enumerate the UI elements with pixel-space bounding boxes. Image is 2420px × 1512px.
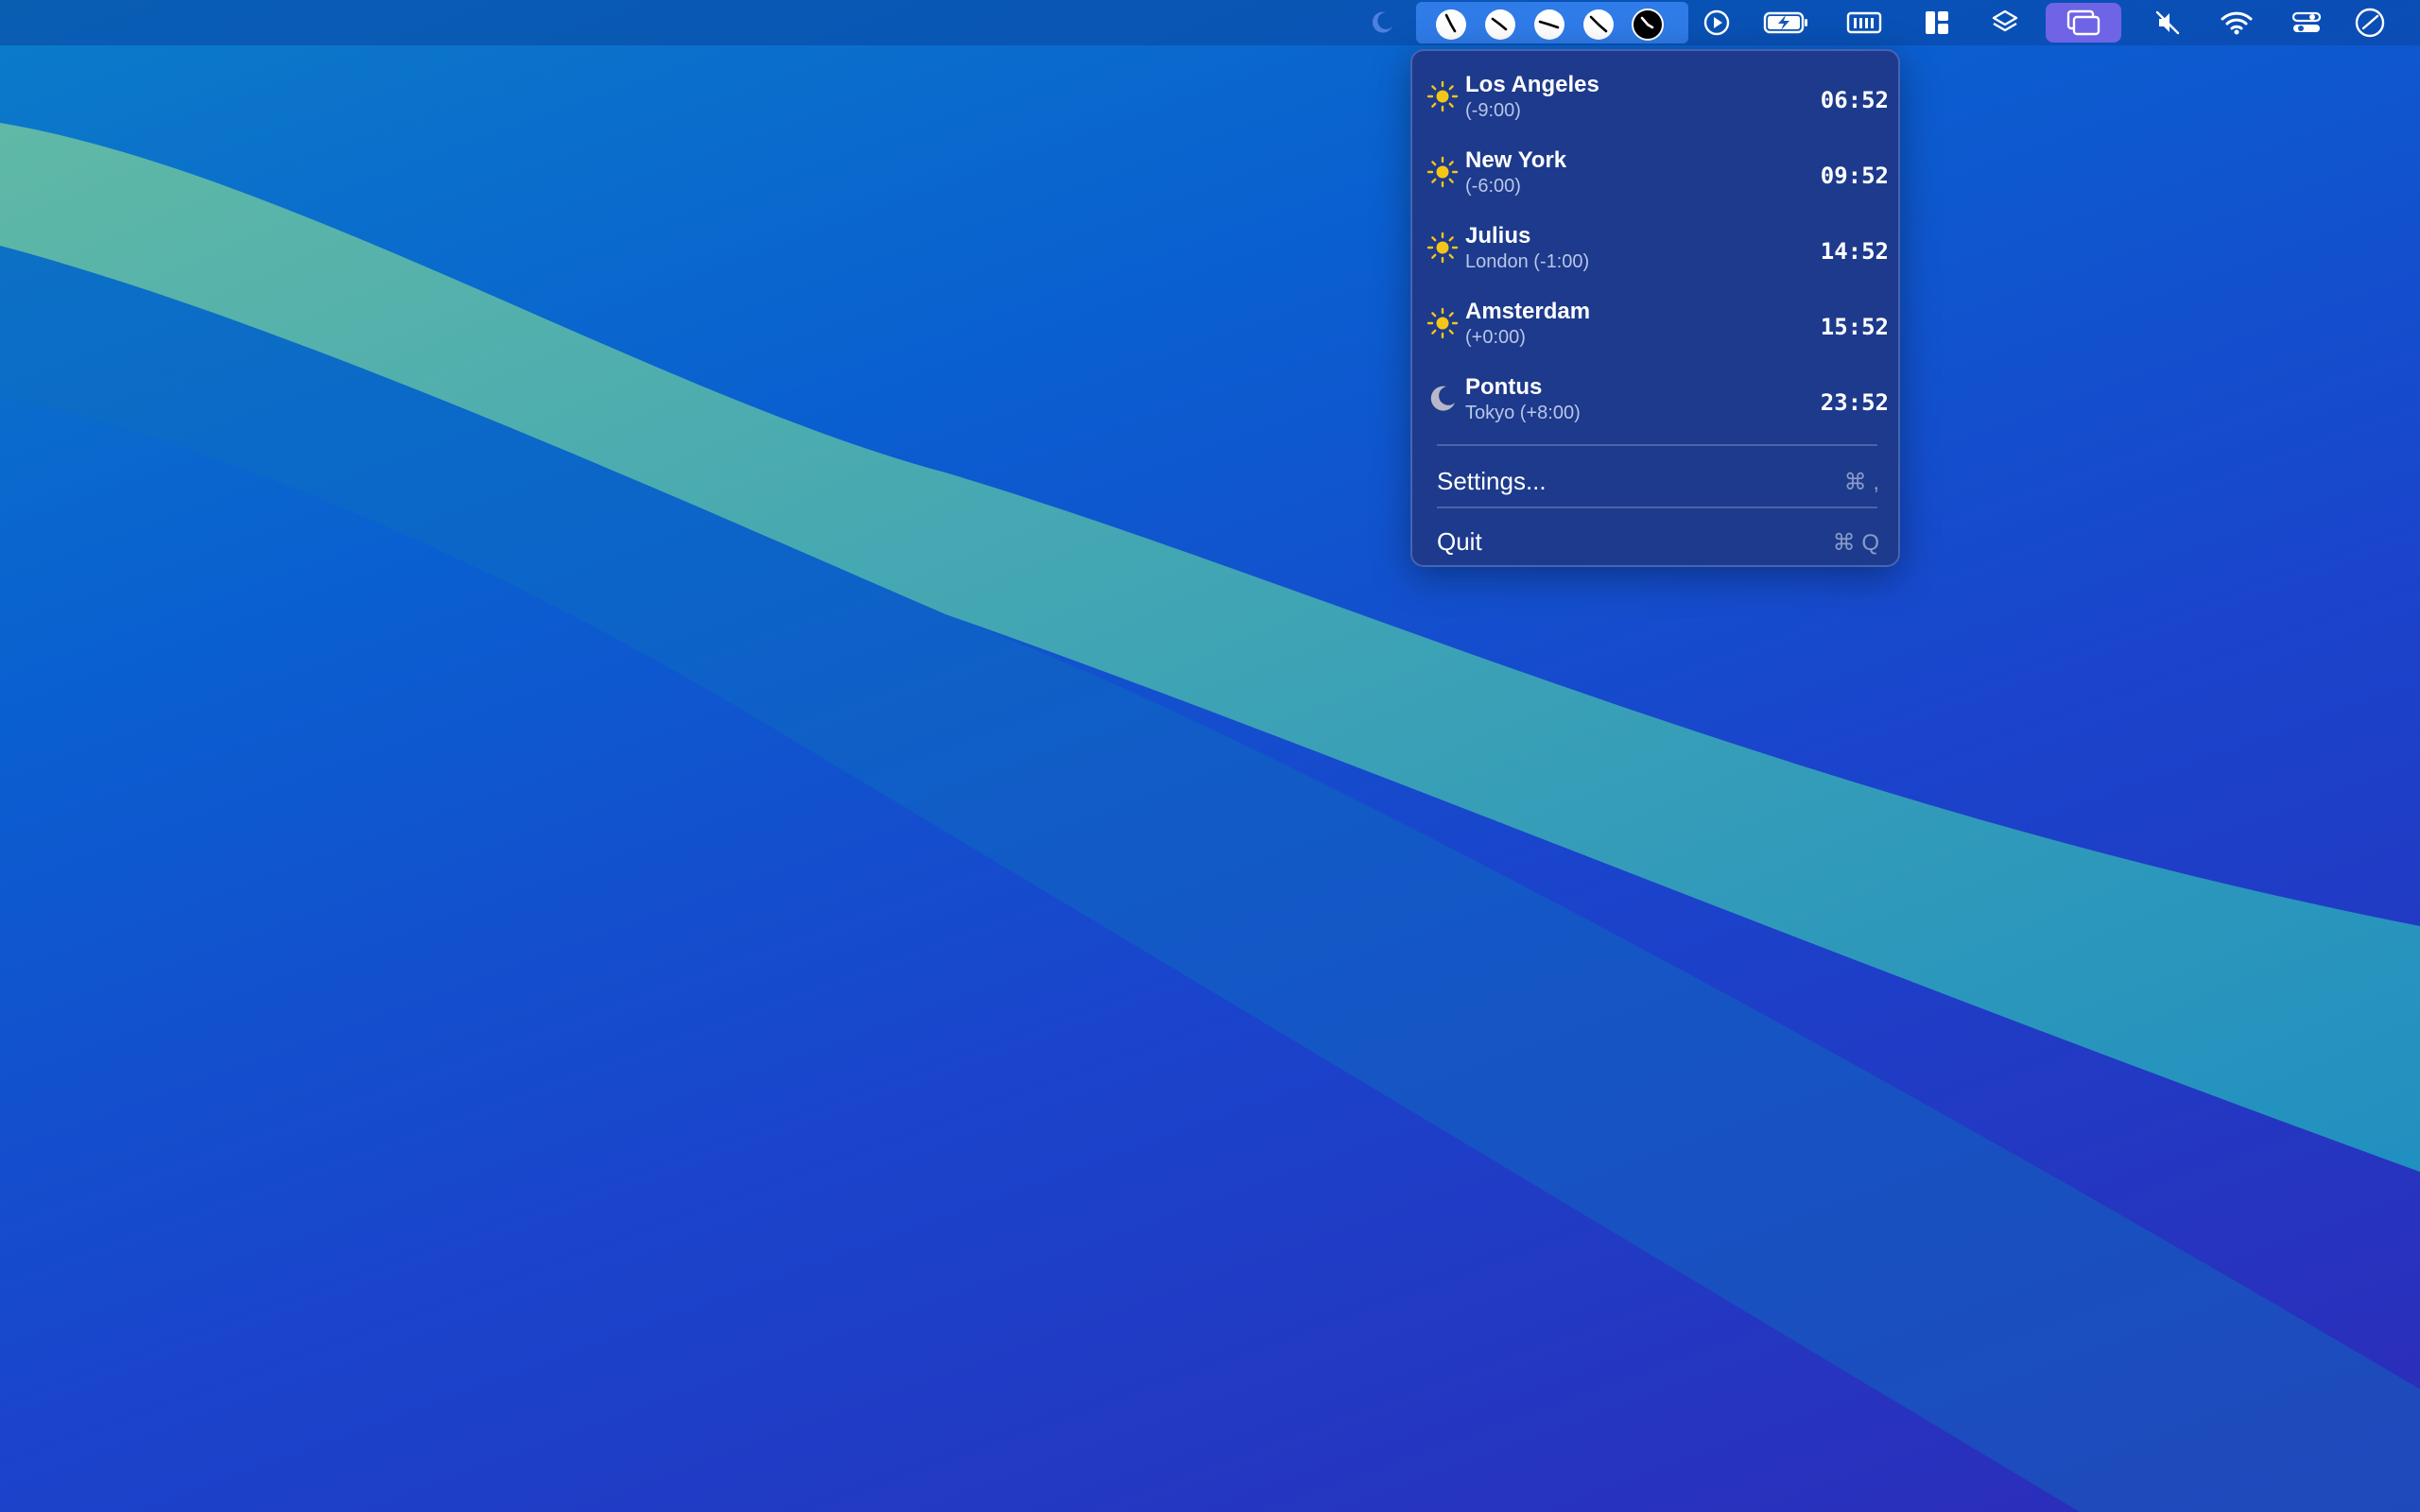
moon-icon[interactable] xyxy=(1365,0,1399,45)
timezone-time: 23:52 xyxy=(1820,389,1889,416)
timezone-row[interactable]: New York (-6:00) 09:52 xyxy=(1412,136,1898,212)
timezone-name: New York xyxy=(1465,147,1567,173)
world-clock-dropdown: Los Angeles (-9:00) 06:52 New York (-6:0… xyxy=(1410,49,1900,567)
timezone-name: Los Angeles xyxy=(1465,72,1599,97)
timezone-row[interactable]: Pontus Tokyo (+8:00) 23:52 xyxy=(1412,363,1898,438)
clock-icon xyxy=(1632,9,1664,41)
timezone-name: Julius xyxy=(1465,223,1531,249)
sun-icon xyxy=(1426,80,1459,112)
timezone-offset: London (-1:00) xyxy=(1465,251,1590,272)
timezone-offset: (-6:00) xyxy=(1465,176,1521,197)
settings-label: Settings... xyxy=(1437,467,1547,495)
memory-icon[interactable] xyxy=(1845,0,1883,45)
battery-charging-icon[interactable] xyxy=(1762,0,1811,45)
moon-icon xyxy=(1430,386,1455,411)
settings-menu-item[interactable]: Settings... ⌘ , xyxy=(1412,454,1898,510)
timezone-time: 06:52 xyxy=(1820,87,1889,113)
timezone-name: Amsterdam xyxy=(1465,299,1591,324)
menu-divider xyxy=(1437,444,1877,446)
desktop-wallpaper xyxy=(0,0,2420,1512)
wallpaper-wave xyxy=(0,123,2420,1512)
menu-bar xyxy=(0,0,2420,45)
play-circle-icon[interactable] xyxy=(1700,0,1734,45)
timezone-time: 14:52 xyxy=(1820,238,1889,265)
timezone-name: Pontus xyxy=(1465,374,1543,400)
layout-icon[interactable] xyxy=(1921,0,1953,45)
sun-icon xyxy=(1426,307,1459,339)
timezone-offset: (+0:00) xyxy=(1465,327,1526,348)
clock-icon xyxy=(1436,9,1466,40)
menu-divider xyxy=(1437,507,1877,508)
timezone-row[interactable]: Los Angeles (-9:00) 06:52 xyxy=(1412,60,1898,136)
layers-icon[interactable] xyxy=(1989,0,2021,45)
timezone-offset: Tokyo (+8:00) xyxy=(1465,403,1581,423)
world-clock-menubar-button[interactable] xyxy=(1416,2,1688,43)
wifi-icon[interactable] xyxy=(2218,0,2256,45)
timezone-row[interactable]: Julius London (-1:00) 14:52 xyxy=(1412,212,1898,287)
timezone-offset: (-9:00) xyxy=(1465,100,1521,121)
window-stack-icon xyxy=(2046,3,2121,43)
clock-icon xyxy=(1485,9,1515,40)
sun-icon xyxy=(1426,156,1459,188)
sun-icon xyxy=(1426,232,1459,264)
mute-icon[interactable] xyxy=(2152,0,2184,45)
timezone-row[interactable]: Amsterdam (+0:00) 15:52 xyxy=(1412,287,1898,363)
timezone-time: 09:52 xyxy=(1820,163,1889,189)
quit-shortcut: ⌘ Q xyxy=(1832,530,1879,556)
window-stack-button[interactable] xyxy=(2046,3,2121,43)
control-center-icon[interactable] xyxy=(2288,0,2325,45)
timezone-time: 15:52 xyxy=(1820,314,1889,340)
clock-icon xyxy=(1534,9,1564,40)
quit-menu-item[interactable]: Quit ⌘ Q xyxy=(1412,514,1898,565)
clock-icon xyxy=(1583,9,1614,40)
quit-label: Quit xyxy=(1437,527,1482,556)
dial-clock-icon[interactable] xyxy=(2352,0,2388,45)
settings-shortcut: ⌘ , xyxy=(1843,470,1879,495)
